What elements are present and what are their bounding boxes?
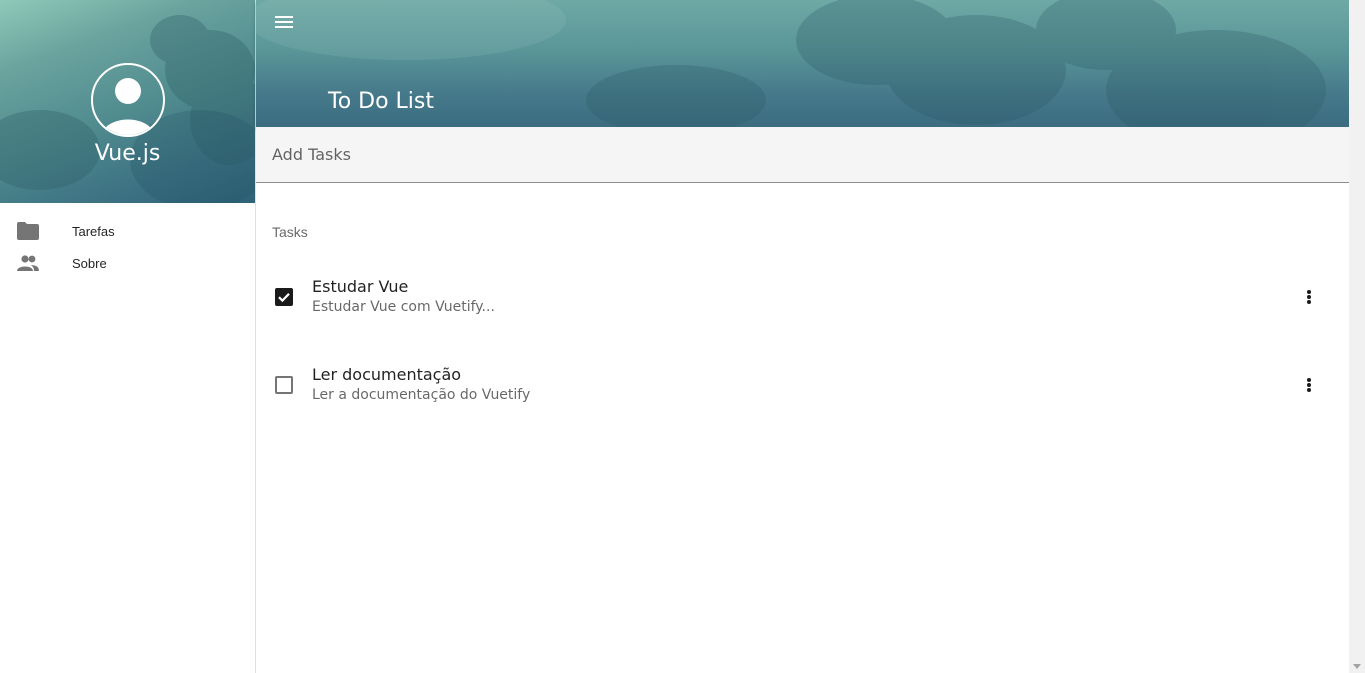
task-checkbox[interactable] [272, 285, 296, 309]
nav-item-sobre[interactable]: Sobre [0, 247, 255, 279]
folder-icon [16, 219, 40, 243]
nav-item-tarefas[interactable]: Tarefas [0, 215, 255, 247]
task-content: Estudar Vue Estudar Vue com Vuetify... [312, 277, 495, 317]
task-title: Estudar Vue [312, 277, 409, 296]
tasks-subheader: Tasks [272, 224, 308, 240]
add-task-input[interactable] [256, 127, 1349, 182]
menu-icon [272, 16, 296, 28]
add-task-field [256, 127, 1349, 183]
nav-list: Tarefas Sobre [0, 203, 255, 279]
task-list-item[interactable]: Ler documentação Ler a documentação do V… [256, 353, 1349, 417]
task-description: Estudar Vue com Vuetify... [312, 299, 495, 315]
task-description: Ler a documentação do Vuetify [312, 387, 531, 403]
nav-item-label: Sobre [72, 255, 107, 271]
dots-vertical-icon [1307, 377, 1311, 393]
checkbox-checked-icon [275, 288, 293, 306]
task-title: Ler documentação [312, 365, 462, 384]
app-bar: To Do List [256, 0, 1349, 127]
task-content: Ler documentação Ler a documentação do V… [312, 365, 530, 405]
navigation-drawer: Vue.js Tarefas Sobre [0, 0, 256, 673]
task-menu-button[interactable] [1297, 285, 1321, 309]
task-checkbox[interactable] [272, 373, 296, 397]
drawer-header: Vue.js [0, 0, 255, 203]
menu-button[interactable] [272, 11, 296, 35]
scroll-down-arrow-icon[interactable] [1353, 664, 1361, 669]
page-title: To Do List [328, 89, 435, 114]
account-group-icon [16, 251, 40, 275]
dots-vertical-icon [1307, 289, 1311, 305]
avatar [91, 63, 165, 137]
checkbox-blank-icon [275, 376, 293, 394]
task-list-item[interactable]: Estudar Vue Estudar Vue com Vuetify... [256, 265, 1349, 329]
drawer-title: Vue.js [94, 141, 161, 166]
task-menu-button[interactable] [1297, 373, 1321, 397]
scrollbar[interactable] [1349, 0, 1365, 673]
nav-item-label: Tarefas [72, 223, 115, 239]
